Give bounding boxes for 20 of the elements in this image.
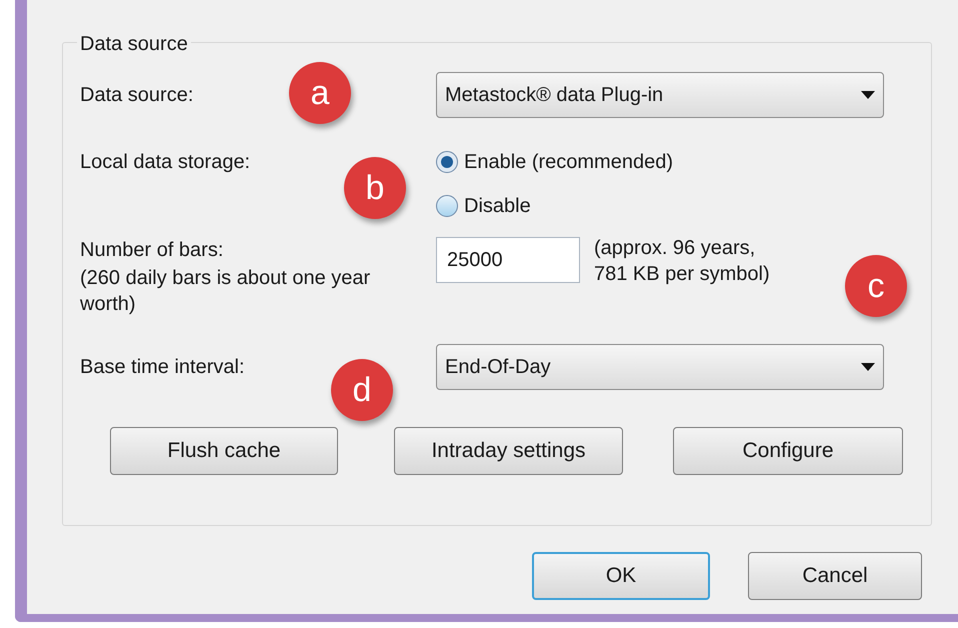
button[interactable]: Flush cache [110, 427, 338, 475]
field-label: Data source: [80, 84, 194, 106]
radio-label: Enable (recommended) [464, 150, 673, 175]
radio-button[interactable] [436, 195, 458, 217]
dropdown[interactable]: Metastock® data Plug-in [436, 72, 884, 118]
dropdown-arrow-icon [861, 91, 875, 99]
field-label: Number of bars: [80, 238, 224, 263]
button[interactable]: Cancel [748, 552, 922, 600]
field-label: Local data storage: [80, 151, 250, 173]
button[interactable]: OK [532, 552, 710, 600]
radio-label: Disable [464, 194, 531, 219]
estimate-text: (approx. 96 years, 781 KB per symbol) [594, 236, 771, 287]
number-field[interactable]: 25000 [436, 237, 580, 283]
radio-button[interactable] [436, 151, 458, 173]
button[interactable]: Intraday settings [394, 427, 623, 475]
button[interactable]: Configure [673, 427, 903, 475]
field-hint: (260 daily bars is about one year worth) [80, 266, 372, 317]
field-label: Base time interval: [80, 356, 245, 378]
dropdown-arrow-icon [861, 363, 875, 371]
dropdown[interactable]: End-Of-Day [436, 344, 884, 390]
